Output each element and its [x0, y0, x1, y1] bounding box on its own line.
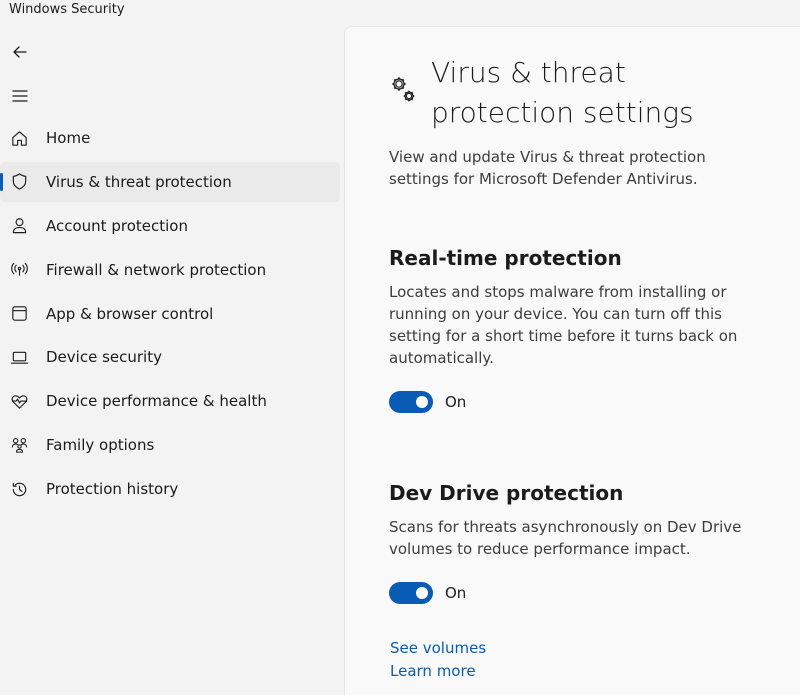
- sidebar-item-label: Protection history: [46, 480, 179, 499]
- home-icon: [9, 128, 29, 148]
- gears-icon: [392, 77, 415, 102]
- heart-pulse-icon: [9, 391, 29, 411]
- realtime-protection-title: Real-time protection: [389, 246, 622, 270]
- wifi-antenna-icon: [9, 260, 29, 280]
- realtime-protection-description: Locates and stops malware from installin…: [389, 283, 738, 367]
- main-content: Virus & threat protection settings View …: [344, 26, 800, 695]
- sidebar-item-virus-threat-protection[interactable]: Virus & threat protection: [0, 161, 340, 202]
- toggle-knob: [416, 587, 428, 599]
- dev-drive-protection-toggle-label: On: [445, 584, 467, 602]
- sidebar-item-label: Family options: [46, 436, 155, 455]
- title-bar: Windows Security: [0, 0, 800, 26]
- app-window-icon: [9, 304, 29, 324]
- sidebar-item-protection-history[interactable]: Protection history: [0, 469, 340, 509]
- sidebar-item-firewall[interactable]: Firewall & network protection: [0, 250, 340, 290]
- sidebar-item-label: App & browser control: [46, 304, 214, 323]
- history-icon: [9, 479, 29, 499]
- sidebar-item-label: Firewall & network protection: [46, 260, 267, 279]
- sidebar-item-label: Home: [46, 129, 91, 147]
- dev-drive-protection-title: Dev Drive protection: [389, 481, 624, 505]
- sidebar-item-label: Virus & threat protection: [46, 172, 232, 191]
- sidebar-item-family-options[interactable]: Family options: [0, 425, 340, 465]
- sidebar-item-device-security[interactable]: Device security: [0, 337, 340, 377]
- page-description: View and update Virus & threat protectio…: [389, 148, 706, 188]
- sidebar-item-home[interactable]: Home: [0, 118, 340, 158]
- sidebar-item-device-performance[interactable]: Device performance & health: [0, 381, 340, 421]
- shield-icon: [9, 172, 29, 192]
- realtime-protection-toggle-row: On: [389, 390, 466, 414]
- learn-more-link[interactable]: Learn more: [390, 662, 476, 680]
- realtime-protection-toggle-label: On: [445, 393, 467, 411]
- toggle-knob: [416, 396, 428, 408]
- person-icon: [9, 216, 29, 236]
- back-button[interactable]: [8, 40, 32, 64]
- sidebar-item-label: Account protection: [46, 216, 188, 235]
- dev-drive-protection-toggle-row: On: [389, 581, 466, 605]
- family-icon: [9, 435, 29, 455]
- sidebar-item-app-browser-control[interactable]: App & browser control: [0, 294, 340, 334]
- dev-drive-protection-toggle[interactable]: [389, 582, 433, 604]
- sidebar-item-account-protection[interactable]: Account protection: [0, 206, 340, 246]
- back-arrow-icon: [13, 46, 27, 58]
- hamburger-icon: [12, 90, 28, 102]
- laptop-icon: [9, 347, 29, 367]
- page-title: Virus & threat protection settings: [431, 56, 694, 129]
- nav-list: Home Virus & threat protection Account p…: [0, 118, 344, 513]
- sidebar-item-label: Device performance & health: [46, 392, 267, 411]
- dev-drive-protection-description: Scans for threats asynchronously on Dev …: [389, 518, 742, 558]
- sidebar: Home Virus & threat protection Account p…: [0, 26, 344, 694]
- see-volumes-link[interactable]: See volumes: [390, 639, 486, 657]
- app-title: Windows Security: [9, 2, 125, 17]
- realtime-protection-toggle[interactable]: [389, 391, 433, 413]
- menu-button[interactable]: [8, 84, 32, 108]
- sidebar-item-label: Device security: [46, 348, 162, 367]
